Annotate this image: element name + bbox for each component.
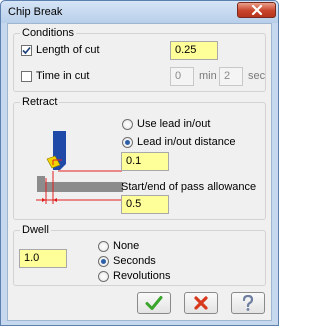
checkmark-icon: [22, 46, 31, 55]
retract-group-label: Retract: [20, 96, 60, 108]
close-icon: [251, 5, 262, 15]
question-mark-icon: [242, 294, 254, 311]
time-seconds-input[interactable]: 2: [219, 67, 243, 86]
dwell-group-label: Dwell: [20, 224, 51, 236]
conditions-group-label: Conditions: [20, 27, 76, 39]
lead-in-out-distance-radio[interactable]: [122, 137, 133, 148]
retract-group: Retract Use lead in/out Lead in/out dist…: [13, 96, 266, 220]
conditions-group: Conditions Length of cut 0.25 Time in cu…: [13, 27, 266, 92]
x-icon: [194, 296, 208, 310]
length-of-cut-label: Length of cut: [36, 44, 100, 56]
allowance-label: Start/end of pass allowance: [121, 181, 257, 193]
lead-distance-input[interactable]: 0.1: [121, 152, 169, 171]
dialog-body: Conditions Length of cut 0.25 Time in cu…: [7, 23, 272, 321]
window-title: Chip Break: [8, 6, 63, 18]
time-minutes-input[interactable]: 0: [170, 67, 194, 86]
help-button[interactable]: [231, 292, 265, 314]
dwell-seconds-label: Seconds: [113, 255, 156, 267]
close-button[interactable]: [237, 2, 276, 18]
use-lead-in-out-label: Use lead in/out: [137, 118, 211, 130]
title-bar[interactable]: Chip Break: [1, 1, 278, 23]
dwell-revolutions-radio[interactable]: [98, 271, 109, 282]
allowance-input[interactable]: 0.5: [121, 195, 169, 214]
length-of-cut-checkbox[interactable]: [21, 45, 32, 56]
length-of-cut-input[interactable]: 0.25: [170, 41, 218, 60]
ok-button[interactable]: [137, 292, 171, 314]
dwell-seconds-radio[interactable]: [98, 256, 109, 267]
dwell-group: Dwell 1.0 None Seconds Revolutions: [13, 224, 266, 286]
dwell-none-label: None: [113, 240, 140, 252]
time-in-cut-label: Time in cut: [36, 70, 90, 82]
dwell-none-radio[interactable]: [98, 241, 109, 252]
lead-in-out-distance-label: Lead in/out distance: [137, 136, 236, 148]
dwell-revolutions-label: Revolutions: [113, 270, 171, 282]
dwell-value-input[interactable]: 1.0: [19, 249, 67, 268]
use-lead-in-out-radio[interactable]: [122, 119, 133, 130]
checkmark-icon: [145, 296, 163, 310]
retract-diagram-icon: [36, 131, 123, 204]
seconds-unit-label: sec: [248, 70, 266, 82]
cancel-button[interactable]: [184, 292, 218, 314]
minutes-unit-label: min: [199, 70, 217, 82]
time-in-cut-checkbox[interactable]: [21, 71, 32, 82]
chip-break-dialog: Chip Break Conditions Length of cut 0.25…: [0, 0, 279, 326]
